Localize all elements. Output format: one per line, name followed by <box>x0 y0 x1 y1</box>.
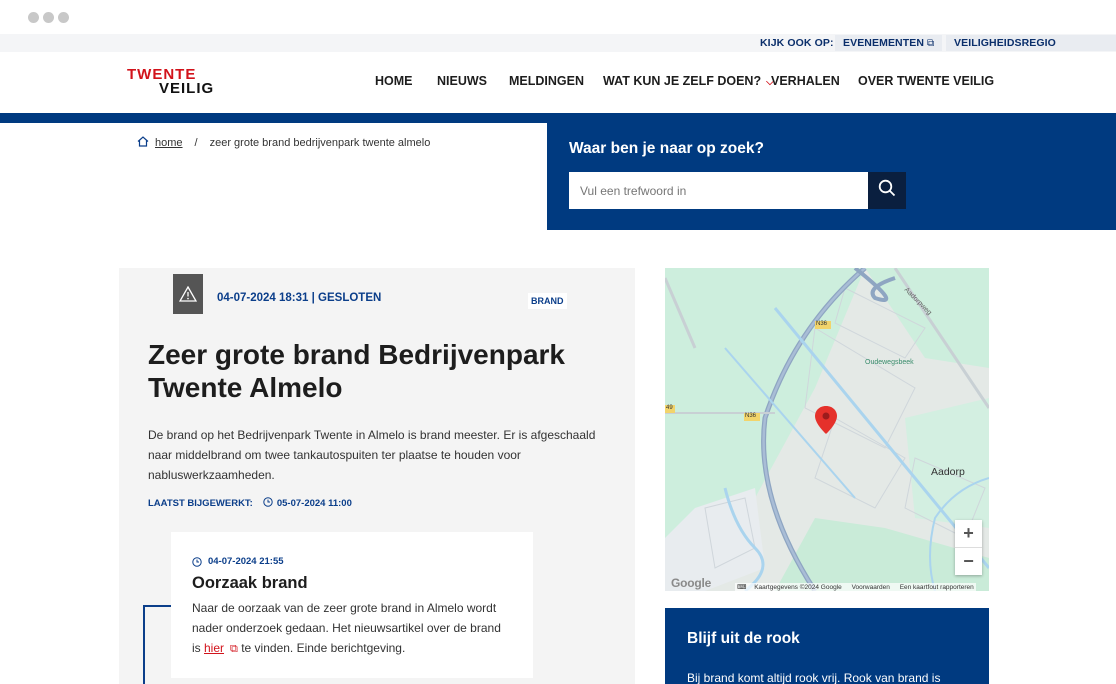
zoom-out-button[interactable]: − <box>955 548 982 575</box>
last-updated: LAATST BIJGEWERKT: 05-07-2024 11:00 <box>148 497 352 510</box>
utility-link-label: EVENEMENTEN <box>843 37 925 49</box>
breadcrumb: home / zeer grote brand bedrijvenpark tw… <box>137 136 430 150</box>
clock-icon <box>263 497 273 510</box>
nav-verhalen[interactable]: VERHALEN <box>771 74 840 88</box>
map-data-credit: Kaartgegevens ©2024 Google <box>754 584 842 591</box>
incident-tag: BRAND <box>528 293 567 309</box>
external-link-icon: ⧉ <box>230 643 238 655</box>
nav-nieuws[interactable]: NIEUWS <box>437 74 487 88</box>
breadcrumb-separator: / <box>194 137 198 149</box>
search-button[interactable] <box>868 172 906 209</box>
map-report-link[interactable]: Een kaartfout rapporteren <box>900 584 974 591</box>
keyboard-icon[interactable]: ⌨ <box>737 584 746 591</box>
utility-label: KIJK OOK OP: <box>760 37 834 49</box>
site-logo[interactable]: TWENTE VEILIG <box>127 67 215 97</box>
update-text: Naar de oorzaak van de zeer grote brand … <box>192 598 512 659</box>
map-terms-link[interactable]: Voorwaarden <box>852 584 890 591</box>
smoke-text: Bij brand komt altijd rook vrij. Rook va… <box>687 671 941 684</box>
map-attribution: ⌨ Kaartgegevens ©2024 Google Voorwaarden… <box>735 583 976 591</box>
warning-icon <box>173 274 203 314</box>
map-label-n36: N36 <box>816 321 828 327</box>
update-time: 04-07-2024 21:55 <box>192 556 284 567</box>
utility-link-evenementen[interactable]: EVENEMENTEN ⧉ <box>835 35 943 51</box>
clock-icon <box>192 556 202 567</box>
breadcrumb-home[interactable]: home <box>155 137 183 149</box>
nav-meldingen[interactable]: MELDINGEN <box>509 74 584 88</box>
nav-home[interactable]: HOME <box>375 74 413 88</box>
map-canvas <box>665 268 989 591</box>
last-updated-label: LAATST BIJGEWERKT: <box>148 498 253 509</box>
update-title: Oorzaak brand <box>192 574 308 592</box>
incident-meta: 04-07-2024 18:31 | GESLOTEN <box>217 292 382 304</box>
last-updated-value: 05-07-2024 11:00 <box>276 498 352 509</box>
site-header: TWENTE VEILIG HOME NIEUWS MELDINGEN WAT … <box>0 52 1116 113</box>
nav-wat-kun-je-zelf-doen[interactable]: WAT KUN JE ZELF DOEN? ⌵ <box>603 74 774 88</box>
utility-link-veiligheidsregio[interactable]: VEILIGHEIDSREGIO TWENTE⧉ <box>946 35 1116 65</box>
incident-card: 04-07-2024 18:31 | GESLOTEN BRAND Zeer g… <box>119 268 635 684</box>
timeline-line <box>143 605 173 684</box>
window-dot[interactable] <box>43 12 54 23</box>
google-logo: Google <box>671 576 712 590</box>
breadcrumb-current: zeer grote brand bedrijvenpark twente al… <box>209 137 431 149</box>
map-label-road-number: 49 <box>666 405 673 411</box>
logo-line-2: VEILIG <box>159 80 215 97</box>
window-controls <box>28 12 69 23</box>
update-card: 04-07-2024 21:55 Oorzaak brand Naar de o… <box>171 532 533 678</box>
map-label-aadorp: Aadorp <box>931 466 965 478</box>
nav-label: WAT KUN JE ZELF DOEN? <box>603 74 762 88</box>
browser-chrome <box>0 0 1116 34</box>
utility-bar: KIJK OOK OP: EVENEMENTEN ⧉ VEILIGHEIDSREG… <box>0 34 1116 65</box>
smoke-advice-box: Blijf uit de rook Bij brand komt altijd … <box>665 608 989 684</box>
window-dot[interactable] <box>58 12 69 23</box>
search-panel: Waar ben je naar op zoek? <box>547 113 1116 230</box>
map-zoom-controls: + − <box>955 520 982 575</box>
home-icon <box>137 136 149 150</box>
incident-description: De brand op het Bedrijvenpark Twente in … <box>148 428 596 482</box>
map-label-oudewegsbeek: Oudewegsbeek <box>865 359 914 366</box>
window-dot[interactable] <box>28 12 39 23</box>
search-input[interactable] <box>569 172 868 209</box>
incident-map[interactable]: N36 N36 49 Oudewegsbeek Aadorpweg Aadorp <box>665 268 989 591</box>
nav-over-twente-veilig[interactable]: OVER TWENTE VEILIG <box>858 74 994 88</box>
update-link[interactable]: hier <box>204 641 224 655</box>
external-link-icon: ⧉ <box>927 38 935 49</box>
zoom-in-button[interactable]: + <box>955 520 982 547</box>
smoke-title: Blijf uit de rook <box>687 630 800 647</box>
update-text-after: te vinden. Einde berichtgeving. <box>237 641 406 655</box>
search-title: Waar ben je naar op zoek? <box>569 140 764 157</box>
update-time-value: 04-07-2024 21:55 <box>208 556 284 567</box>
map-label-n36: N36 <box>745 413 757 419</box>
search-icon <box>878 179 896 202</box>
incident-title: Zeer grote brand Bedrijvenpark Twente Al… <box>148 339 566 403</box>
